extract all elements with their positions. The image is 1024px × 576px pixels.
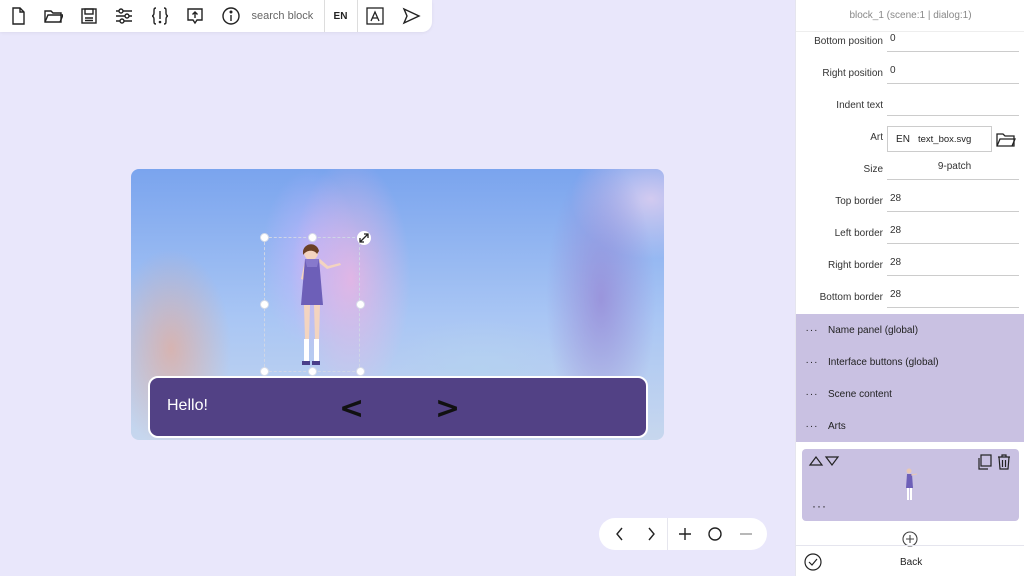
art-item-card[interactable]: ··· [802, 449, 1019, 521]
bottom-position-input[interactable]: 0 [887, 30, 1019, 52]
section-label: Interface buttons (global) [828, 356, 939, 368]
prop-indent-text: Indent text [796, 90, 1024, 122]
translate-icon[interactable] [358, 0, 394, 32]
prev-dialog-button[interactable]: < [339, 394, 364, 424]
indent-text-input[interactable] [887, 94, 1019, 116]
resize-handle[interactable] [356, 367, 365, 376]
prop-top-border: Top border 28 [796, 186, 1024, 218]
prop-size: Size 9-patch [796, 154, 1024, 186]
prop-bottom-position: Bottom position 0 [796, 26, 1024, 58]
art-language[interactable]: EN [888, 134, 918, 145]
move-up-down-icon[interactable] [808, 455, 840, 467]
prop-label: Top border [835, 196, 883, 207]
panel-footer: Back [796, 545, 1024, 576]
right-position-input[interactable]: 0 [887, 62, 1019, 84]
section-arts[interactable]: ··· Arts [796, 410, 1024, 442]
prop-right-border: Right border 28 [796, 250, 1024, 282]
save-icon[interactable] [71, 0, 107, 32]
top-border-input[interactable]: 28 [887, 190, 1019, 212]
section-name-panel[interactable]: ··· Name panel (global) [796, 314, 1024, 346]
dialog-text-box[interactable]: Hello! < > [148, 376, 648, 438]
more-dots-icon: ··· [805, 388, 819, 400]
export-icon[interactable] [178, 0, 214, 32]
prop-label: Left border [834, 228, 883, 239]
more-dots-icon[interactable]: ··· [812, 499, 827, 513]
prop-label: Size [863, 164, 883, 175]
resize-handle[interactable] [260, 233, 269, 242]
chevron-left-icon[interactable] [606, 520, 634, 548]
prop-bottom-border: Bottom border 28 [796, 282, 1024, 314]
zoom-in-icon[interactable] [671, 520, 699, 548]
more-dots-icon: ··· [805, 356, 819, 368]
search-input[interactable] [248, 0, 324, 32]
prop-art: Art EN text_box.svg [796, 122, 1024, 154]
size-select[interactable]: 9-patch [887, 158, 1019, 180]
prop-label: Bottom position [814, 36, 883, 47]
settings-sliders-icon[interactable] [107, 0, 143, 32]
back-button[interactable]: Back [900, 557, 922, 568]
play-icon[interactable] [393, 0, 429, 32]
zoom-out-icon[interactable] [732, 520, 760, 548]
art-filename: text_box.svg [918, 133, 972, 145]
section-label: Arts [828, 420, 846, 432]
section-interface-buttons[interactable]: ··· Interface buttons (global) [796, 346, 1024, 378]
art-file-field[interactable]: EN text_box.svg [887, 126, 992, 152]
more-dots-icon: ··· [805, 324, 819, 336]
resize-handle[interactable] [308, 233, 317, 242]
open-folder-icon[interactable] [996, 132, 1016, 148]
prop-label: Art [870, 132, 883, 143]
sprite-selection-box [264, 237, 360, 372]
section-scene-content[interactable]: ··· Scene content [796, 378, 1024, 410]
prop-label: Right position [822, 68, 883, 79]
prop-right-position: Right position 0 [796, 58, 1024, 90]
resize-arrows-icon[interactable] [356, 230, 372, 246]
duplicate-icon[interactable] [976, 454, 992, 470]
left-border-input[interactable]: 28 [887, 222, 1019, 244]
next-dialog-button[interactable]: > [435, 394, 460, 424]
variables-braces-icon[interactable] [142, 0, 178, 32]
scene-preview[interactable]: Hello! < > [131, 169, 664, 440]
more-dots-icon: ··· [805, 420, 819, 432]
section-label: Name panel (global) [828, 324, 919, 336]
nav-divider [667, 518, 669, 550]
prop-label: Indent text [836, 100, 883, 111]
resize-handle[interactable] [260, 300, 269, 309]
chevron-right-icon[interactable] [637, 520, 665, 548]
section-label: Scene content [828, 388, 892, 400]
zoom-reset-icon[interactable] [701, 520, 729, 548]
open-folder-icon[interactable] [36, 0, 72, 32]
bottom-border-input[interactable]: 28 [887, 286, 1019, 308]
prop-label: Bottom border [819, 292, 883, 303]
properties-panel: block_1 (scene:1 | dialog:1) Bottom posi… [795, 0, 1024, 576]
prop-left-border: Left border 28 [796, 218, 1024, 250]
trash-icon[interactable] [996, 454, 1012, 470]
resize-handle[interactable] [260, 367, 269, 376]
prop-label: Right border [827, 260, 883, 271]
resize-handle[interactable] [308, 367, 317, 376]
check-circle-icon[interactable] [804, 553, 822, 571]
resize-handle[interactable] [356, 300, 365, 309]
top-toolbar: EN [0, 0, 432, 32]
info-icon[interactable] [213, 0, 249, 32]
art-thumbnail [906, 468, 918, 500]
language-toggle[interactable]: EN [325, 0, 357, 32]
preview-nav-controls [599, 518, 767, 550]
new-file-icon[interactable] [0, 0, 36, 32]
right-border-input[interactable]: 28 [887, 254, 1019, 276]
dialog-text: Hello! [167, 397, 208, 414]
